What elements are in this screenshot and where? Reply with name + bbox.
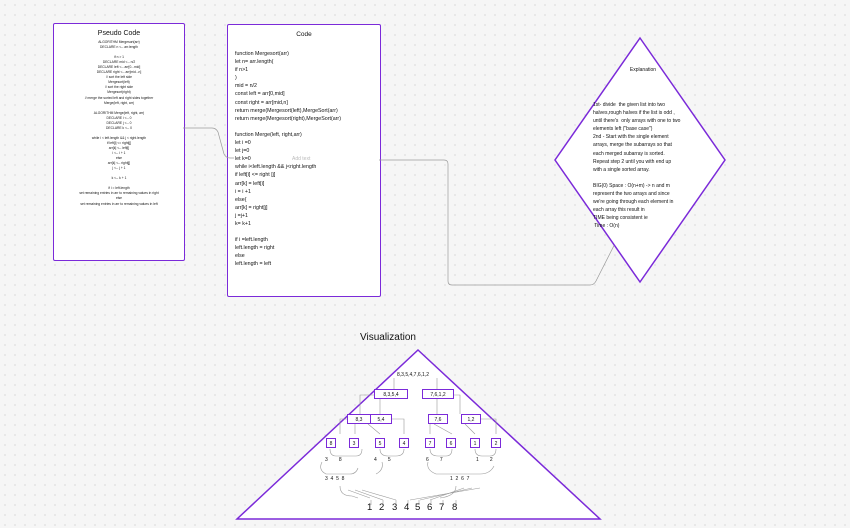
whiteboard-canvas: [183, 36, 726, 520]
single-node-5[interactable]: 7: [425, 438, 435, 448]
quarter-node-3[interactable]: 7,6: [428, 414, 448, 424]
pair-label-3: 6 7: [426, 457, 443, 463]
explanation-title: Explanation: [629, 67, 657, 73]
explanation-body-line: Time : O(n): [593, 223, 620, 230]
explanation-body: 1st- divide the given list into two halve…: [593, 101, 721, 231]
sorted-value-5: 5: [415, 502, 421, 513]
explanation-body-line: each array this result in: [593, 207, 645, 214]
sorted-value-8: 8: [452, 502, 458, 513]
explanation-body-line: represent the two arrays and since: [593, 191, 670, 198]
quarter-node-1[interactable]: 8,3: [347, 414, 371, 424]
explanation-body-line: until there's only arrays with one to tw…: [593, 118, 681, 125]
single-node-1[interactable]: 8: [326, 438, 336, 448]
merged-label-left: 3 4 5 8: [325, 476, 345, 482]
half-node-right[interactable]: 7,6,1,2: [422, 389, 454, 399]
explanation-body-line: with a single sorted array.: [593, 166, 650, 173]
explanation-body-line: Repeat step 2 until you with end up: [593, 158, 672, 165]
sorted-value-3: 3: [392, 502, 398, 513]
single-node-2[interactable]: 3: [349, 438, 359, 448]
sorted-value-6: 6: [427, 502, 433, 513]
visualization-title: Visualization: [360, 332, 416, 343]
root-array: 8,3,5,4,7,6,1,2: [397, 372, 429, 378]
explanation-body-line: 2nd - Start with the single element: [593, 134, 669, 141]
explanation-body-line: arrays, merge the subarrays so that: [593, 142, 672, 149]
pair-label-4: 1 2: [476, 457, 493, 463]
explanation-body-line: elements left ("base case"): [593, 126, 653, 133]
explanation-body-line: TIME being consistent ie: [593, 215, 648, 222]
pair-label-2: 4 5: [374, 457, 391, 463]
single-node-8[interactable]: 2: [491, 438, 501, 448]
explanation-body-line: halves,rough halves if the list is odd ,: [593, 110, 675, 117]
quarter-node-4[interactable]: 1,2: [461, 414, 481, 424]
single-node-6[interactable]: 6: [446, 438, 456, 448]
sorted-value-1: 1: [367, 502, 373, 513]
single-node-4[interactable]: 4: [399, 438, 409, 448]
explanation-body-line: each merged subarray is sorted.: [593, 150, 665, 157]
explanation-body-line: BIG(0) Space : O(n+m) -> n and m: [593, 182, 670, 189]
sorted-value-7: 7: [439, 502, 445, 513]
half-node-left[interactable]: 8,3,5,4: [374, 389, 408, 399]
explanation-body-line: [593, 174, 721, 182]
explanation-body-line: we're going through each element in: [593, 199, 674, 206]
single-node-3[interactable]: 5: [375, 438, 385, 448]
explanation-body-line: 1st- divide the given list into two: [593, 102, 665, 108]
connector-pseudo-code: [183, 127, 234, 159]
merged-label-right: 1 2 6 7: [450, 476, 470, 482]
pair-label-1: 3 8: [325, 457, 342, 463]
quarter-node-2[interactable]: 5,4: [370, 414, 392, 424]
sorted-value-4: 4: [404, 502, 410, 513]
single-node-7[interactable]: 1: [470, 438, 480, 448]
sorted-value-2: 2: [379, 502, 385, 513]
